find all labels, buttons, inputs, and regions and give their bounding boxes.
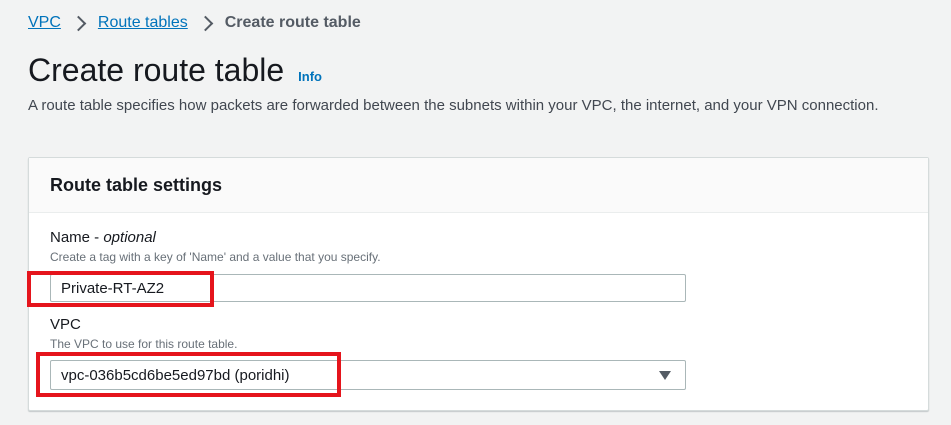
page-header: Create route table Info — [28, 50, 322, 90]
name-field-description: Create a tag with a key of 'Name' and a … — [50, 250, 381, 264]
breadcrumb-vpc-link[interactable]: VPC — [28, 13, 61, 33]
panel-header: Route table settings — [29, 158, 928, 213]
name-field: Name - optional Create a tag with a key … — [50, 228, 381, 265]
create-route-table-page: VPC Route tables Create route table Crea… — [0, 0, 951, 425]
page-description: A route table specifies how packets are … — [28, 97, 879, 114]
chevron-right-icon — [197, 15, 214, 31]
breadcrumb-current: Create route table — [224, 14, 361, 31]
vpc-field-description: The VPC to use for this route table. — [50, 337, 238, 351]
name-input[interactable] — [50, 274, 686, 302]
panel-title: Route table settings — [50, 174, 223, 195]
name-field-label: Name - optional — [50, 228, 381, 248]
vpc-field-label: VPC — [50, 316, 81, 333]
info-link[interactable]: Info — [298, 69, 322, 84]
vpc-select[interactable]: vpc-036b5cd6be5ed97bd (poridhi) — [50, 360, 686, 390]
name-label-optional: optional — [103, 229, 156, 246]
vpc-field: VPC The VPC to use for this route table. — [50, 315, 237, 352]
page-title: Create route table — [28, 52, 285, 88]
vpc-select-value: vpc-036b5cd6be5ed97bd (poridhi) — [61, 366, 290, 384]
caret-down-icon — [659, 370, 671, 380]
route-table-settings-panel: Route table settings Name - optional Cre… — [28, 157, 929, 411]
breadcrumb-route-tables-link[interactable]: Route tables — [98, 13, 188, 33]
chevron-right-icon — [70, 15, 87, 31]
breadcrumb: VPC Route tables Create route table — [28, 13, 361, 33]
name-label-text: Name - — [50, 229, 104, 246]
